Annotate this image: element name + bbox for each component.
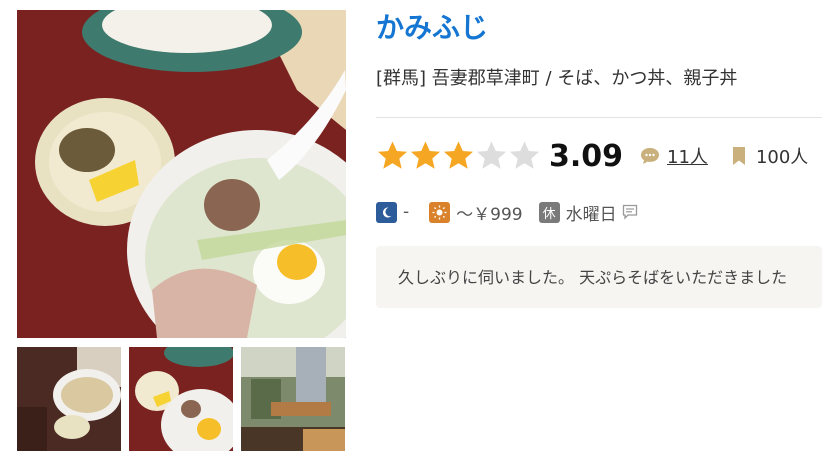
thumbnail-photo-3[interactable] (241, 347, 345, 451)
holiday-icon: 休 (538, 201, 560, 223)
restaurant-name[interactable]: かみふじ (376, 6, 488, 46)
genre-label: そば、かつ丼、親子丼 (557, 68, 738, 89)
holiday-label: 水曜日 (565, 204, 617, 225)
review-snippet-text: 久しぶりに伺いました。 天ぷらそばをいただきました (398, 268, 788, 287)
comment-icon[interactable] (621, 203, 639, 221)
reviews-count-link[interactable]: 11人 (667, 143, 708, 169)
rating-score: 3.09 (549, 138, 624, 174)
location-label: 吾妻郡草津町 (431, 68, 540, 89)
ramen-thumbnail (129, 347, 233, 451)
main-photo[interactable] (17, 10, 346, 338)
star-rating (376, 140, 541, 173)
thumbnail-photo-2[interactable] (129, 347, 233, 451)
meta-separator: / (545, 68, 552, 89)
star-icon (378, 141, 407, 169)
thumbnail-photo-1[interactable] (17, 347, 121, 451)
sun-icon (429, 201, 451, 223)
rating-row: 3.09 11人 100人 (376, 136, 808, 176)
restaurant-meta: [群馬] 吾妻郡草津町 / そば、かつ丼、親子丼 (376, 64, 737, 90)
ramen-photo (17, 10, 346, 338)
price-row: - ～￥999 休 水曜日 (376, 198, 639, 226)
bookmarks-count: 100人 (755, 147, 809, 168)
star-icon (477, 141, 506, 169)
interior-thumbnail (241, 347, 345, 451)
area-label: [群馬] (376, 68, 427, 89)
dinner-price: - (403, 202, 410, 222)
star-icon (411, 141, 440, 169)
bookmark-icon (732, 147, 745, 165)
restaurant-info: かみふじ [群馬] 吾妻郡草津町 / そば、かつ丼、親子丼 3.09 11人 1… (376, 0, 822, 464)
review-snippet-box[interactable]: 久しぶりに伺いました。 天ぷらそばをいただきました (376, 246, 822, 308)
ramen-thumbnail (17, 347, 121, 451)
speech-bubble-icon (641, 148, 660, 164)
lunch-price: ～￥999 (456, 204, 523, 225)
divider (376, 117, 822, 118)
moon-icon (376, 201, 397, 223)
star-icon (510, 141, 539, 169)
star-icon (444, 141, 473, 169)
